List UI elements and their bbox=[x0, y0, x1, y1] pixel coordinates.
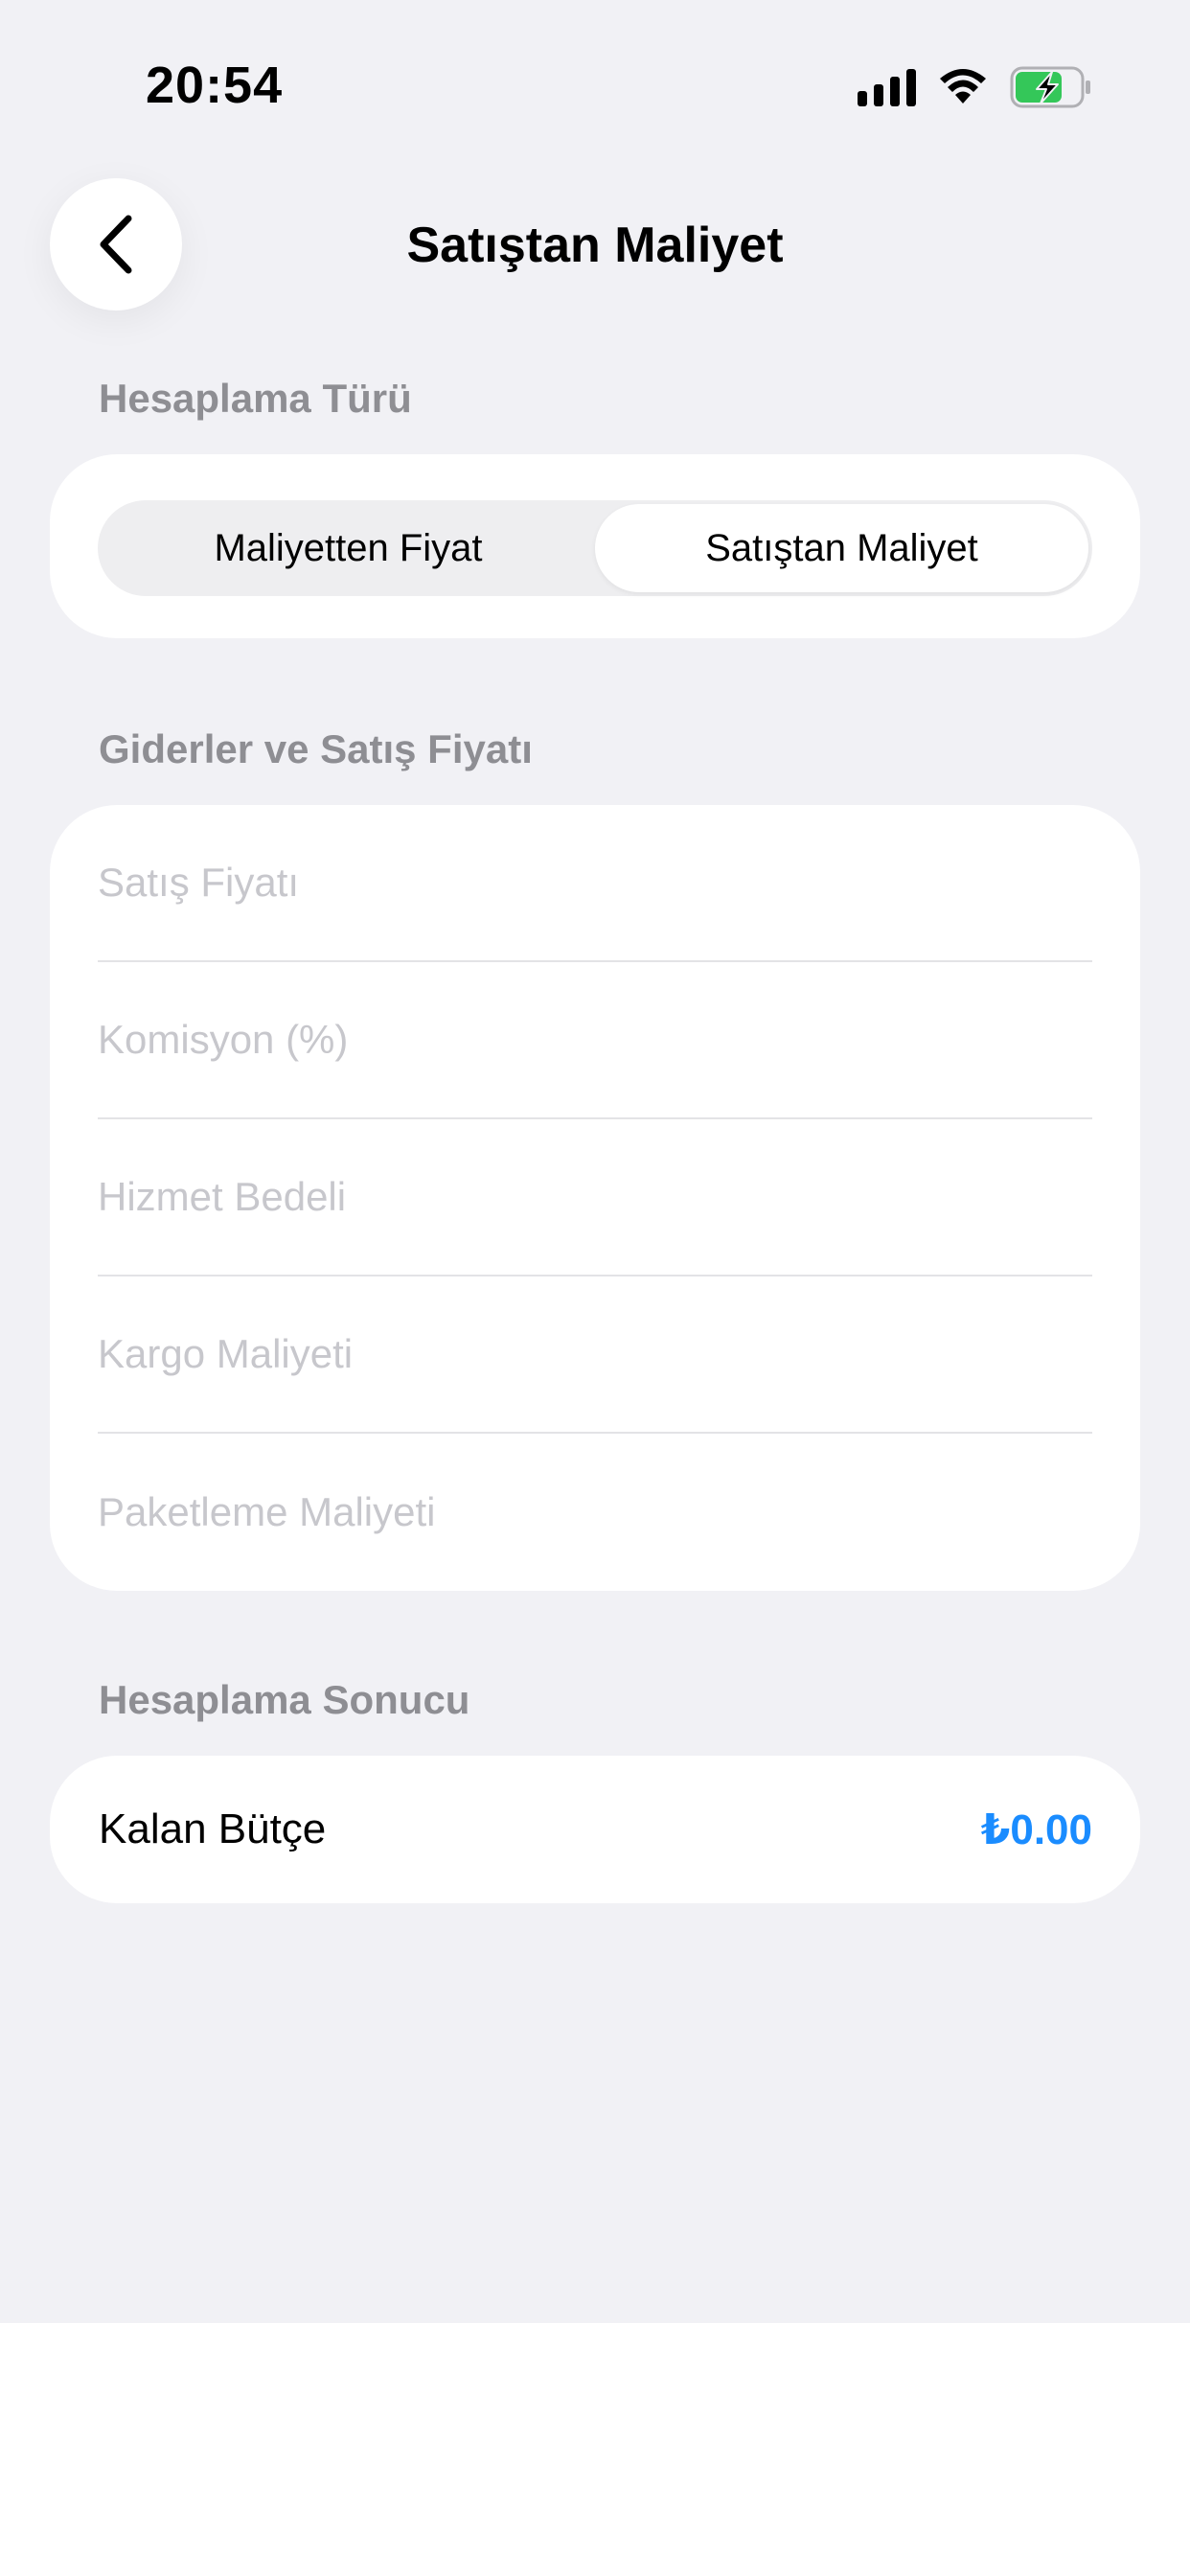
service-fee-row bbox=[98, 1119, 1092, 1276]
status-icons bbox=[858, 65, 1092, 109]
segment-cost-to-price[interactable]: Maliyetten Fiyat bbox=[102, 504, 595, 592]
service-fee-input[interactable] bbox=[98, 1174, 1092, 1220]
packaging-cost-row bbox=[98, 1434, 1092, 1591]
calc-type-card: Maliyetten Fiyat Satıştan Maliyet bbox=[50, 454, 1140, 638]
status-time: 20:54 bbox=[146, 57, 284, 114]
wifi-icon bbox=[940, 69, 986, 104]
segment-sales-to-cost[interactable]: Satıştan Maliyet bbox=[595, 504, 1088, 592]
page-title: Satıştan Maliyet bbox=[406, 218, 784, 273]
packaging-cost-input[interactable] bbox=[98, 1489, 1092, 1535]
shipping-cost-input[interactable] bbox=[98, 1331, 1092, 1377]
sale-price-row bbox=[98, 805, 1092, 962]
remaining-budget-label: Kalan Bütçe bbox=[99, 1806, 327, 1852]
commission-row bbox=[98, 962, 1092, 1119]
sale-price-input[interactable] bbox=[98, 860, 1092, 906]
result-card: Kalan Bütçe ₺0.00 bbox=[50, 1756, 1140, 1903]
calc-type-segmented-control: Maliyetten Fiyat Satıştan Maliyet bbox=[98, 500, 1092, 596]
section-header-result: Hesaplama Sonucu bbox=[99, 1677, 470, 1722]
app-screen: 20:54 Satıştan Maliyet Hesaplama Türü Ma… bbox=[0, 0, 1190, 2323]
section-header-calc-type: Hesaplama Türü bbox=[99, 376, 412, 421]
shipping-cost-row bbox=[98, 1276, 1092, 1434]
section-header-expenses: Giderler ve Satış Fiyatı bbox=[99, 726, 533, 771]
expenses-card bbox=[50, 805, 1140, 1591]
commission-input[interactable] bbox=[98, 1017, 1092, 1063]
remaining-budget-value: ₺0.00 bbox=[980, 1806, 1092, 1853]
cellular-signal-icon bbox=[858, 68, 916, 106]
battery-charging-icon bbox=[1010, 66, 1090, 108]
